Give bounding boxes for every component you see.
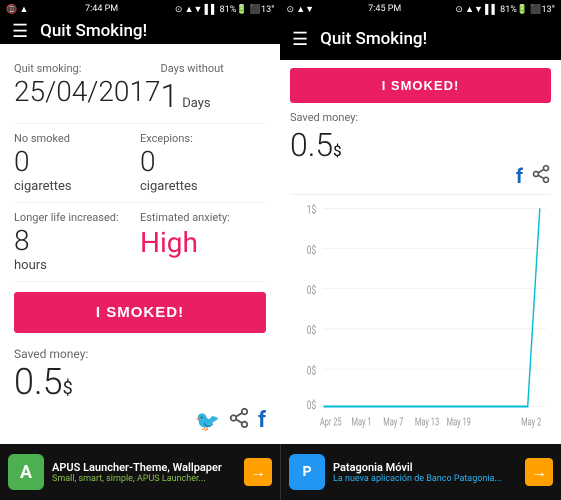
ad-bar: A APUS Launcher-Theme, Wallpaper Small, … <box>0 444 561 500</box>
right-status-right: ⊙ ▲▼ ▌▌ 81%🔋 ⬛13° <box>455 4 555 15</box>
info-row-quit: Quit smoking: 25/04/2017 Days without 1D… <box>14 54 266 124</box>
ad-icon-patagonia: P <box>289 454 325 490</box>
ad-item-apus[interactable]: A APUS Launcher-Theme, Wallpaper Small, … <box>0 444 281 500</box>
right-saved-value: 0.5 <box>290 126 333 164</box>
no-smoked-unit: cigarettes <box>14 179 140 194</box>
y-label-3: 0$ <box>307 282 317 297</box>
right-smoked-button[interactable]: I SMOKED! <box>290 68 551 103</box>
no-smoked-value: 0 <box>14 147 140 178</box>
quit-smoking-cell: Quit smoking: 25/04/2017 <box>14 62 161 115</box>
longer-life-value: 8 <box>14 226 140 257</box>
left-saved-currency: $ <box>63 378 73 399</box>
left-content: Quit smoking: 25/04/2017 Days without 1D… <box>0 44 280 444</box>
right-menu-icon[interactable]: ☰ <box>292 29 308 50</box>
left-saved-value-row: 0.5$ <box>14 361 266 403</box>
quit-smoking-label: Quit smoking: <box>14 62 161 75</box>
chart-svg: 1$ 0$ 0$ 0$ 0$ 0$ Apr 25 <box>290 195 551 436</box>
left-social-icons: 🐦 f <box>14 407 266 434</box>
ad-subtitle-patagonia: La nueva aplicación de Banco Patagonia..… <box>333 474 517 484</box>
left-status-right: ⊙ ▲▼ ▌▌ 81%🔋 ⬛13° <box>175 4 275 15</box>
info-row-smoked: No smoked 0 cigarettes Excepions: 0 ciga… <box>14 124 266 203</box>
left-status-left: 📵 ▲ <box>6 4 28 15</box>
exceptions-label: Excepions: <box>140 132 266 145</box>
ad-text-patagonia: Patagonia Móvil La nueva aplicación de B… <box>333 461 517 484</box>
right-saved-currency: $ <box>333 142 341 160</box>
right-share-icon[interactable] <box>531 164 551 188</box>
no-smoked-label: No smoked <box>14 132 140 145</box>
x-label-apr25: Apr 25 <box>320 416 342 429</box>
ad-arrow-apus[interactable]: → <box>244 458 272 486</box>
ad-arrow-patagonia[interactable]: → <box>525 458 553 486</box>
ad-item-patagonia[interactable]: P Patagonia Móvil La nueva aplicación de… <box>281 444 561 500</box>
info-row-life: Longer life increased: 8 hours Estimated… <box>14 203 266 282</box>
anxiety-label: Estimated anxiety: <box>140 211 266 224</box>
longer-life-label: Longer life increased: <box>14 211 140 224</box>
x-label-may19: May 19 <box>447 416 471 429</box>
chart-area: 1$ 0$ 0$ 0$ 0$ 0$ Apr 25 <box>290 194 551 436</box>
y-label-2: 0$ <box>307 242 317 257</box>
x-label-may1: May 1 <box>352 416 372 429</box>
right-status-left: ⊙ ▲▼ <box>287 4 315 15</box>
right-toolbar: ☰ Quit Smoking! <box>280 18 561 60</box>
chart-line <box>324 208 540 406</box>
exceptions-cell: Excepions: 0 cigarettes <box>140 132 266 194</box>
share-icon[interactable] <box>228 407 250 434</box>
ad-title-apus: APUS Launcher-Theme, Wallpaper <box>52 461 236 474</box>
status-bars: 📵 ▲ 7:44 PM ⊙ ▲▼ ▌▌ 81%🔋 ⬛13° ⊙ ▲▼ 7:45 … <box>0 0 561 18</box>
ad-subtitle-apus: Small, smart, simple, APUS Launcher... <box>52 474 236 484</box>
left-saved-value: 0.5 <box>14 361 63 403</box>
left-toolbar-title: Quit Smoking! <box>40 21 147 41</box>
left-status-time: 7:44 PM <box>85 4 118 14</box>
longer-life-unit: hours <box>14 258 140 273</box>
y-label-4: 0$ <box>307 323 317 338</box>
right-saved-label: Saved money: <box>290 111 551 124</box>
y-label-6: 0$ <box>307 398 317 413</box>
left-smoked-button[interactable]: I SMOKED! <box>14 292 266 333</box>
ad-text-apus: APUS Launcher-Theme, Wallpaper Small, sm… <box>52 461 236 484</box>
right-saved-value-row: 0.5$ <box>290 126 551 164</box>
left-toolbar: ☰ Quit Smoking! <box>0 18 280 44</box>
days-without-cell: Days without 1Days <box>161 62 266 115</box>
right-social-icons: f <box>290 164 551 188</box>
x-label-may7: May 7 <box>383 416 403 429</box>
days-unit: Days <box>182 96 210 111</box>
left-saved-label: Saved money: <box>14 347 266 361</box>
right-facebook-icon[interactable]: f <box>516 164 523 188</box>
right-status-bar: ⊙ ▲▼ 7:45 PM ⊙ ▲▼ ▌▌ 81%🔋 ⬛13° <box>281 0 561 18</box>
longer-life-cell: Longer life increased: 8 hours <box>14 211 140 273</box>
right-status-time: 7:45 PM <box>368 4 401 14</box>
y-label-1: 1$ <box>307 202 317 217</box>
left-panel: ☰ Quit Smoking! Quit smoking: 25/04/2017… <box>0 18 280 444</box>
no-smoked-cell: No smoked 0 cigarettes <box>14 132 140 194</box>
right-content: I SMOKED! Saved money: 0.5$ f <box>280 60 561 444</box>
x-label-may2: May 2 <box>521 416 541 429</box>
exceptions-unit: cigarettes <box>140 179 266 194</box>
quit-smoking-date: 25/04/2017 <box>14 77 161 108</box>
anxiety-value: High <box>140 226 266 259</box>
left-menu-icon[interactable]: ☰ <box>12 21 28 42</box>
days-without-value: 1 <box>161 77 179 115</box>
right-toolbar-title: Quit Smoking! <box>320 29 427 49</box>
ad-icon-apus: A <box>8 454 44 490</box>
y-label-5: 0$ <box>307 363 317 378</box>
x-label-may13: May 13 <box>415 416 439 429</box>
left-status-bar: 📵 ▲ 7:44 PM ⊙ ▲▼ ▌▌ 81%🔋 ⬛13° <box>0 0 281 18</box>
right-panel: ☰ Quit Smoking! I SMOKED! Saved money: 0… <box>280 18 561 444</box>
exceptions-value: 0 <box>140 147 266 178</box>
main-area: ☰ Quit Smoking! Quit smoking: 25/04/2017… <box>0 18 561 444</box>
left-saved-money: Saved money: 0.5$ 🐦 f <box>14 347 266 434</box>
anxiety-cell: Estimated anxiety: High <box>140 211 266 273</box>
ad-title-patagonia: Patagonia Móvil <box>333 461 517 474</box>
days-without-label: Days without <box>161 62 266 75</box>
facebook-square-icon[interactable]: f <box>258 408 266 433</box>
facebook-icon[interactable]: 🐦 <box>195 409 220 433</box>
